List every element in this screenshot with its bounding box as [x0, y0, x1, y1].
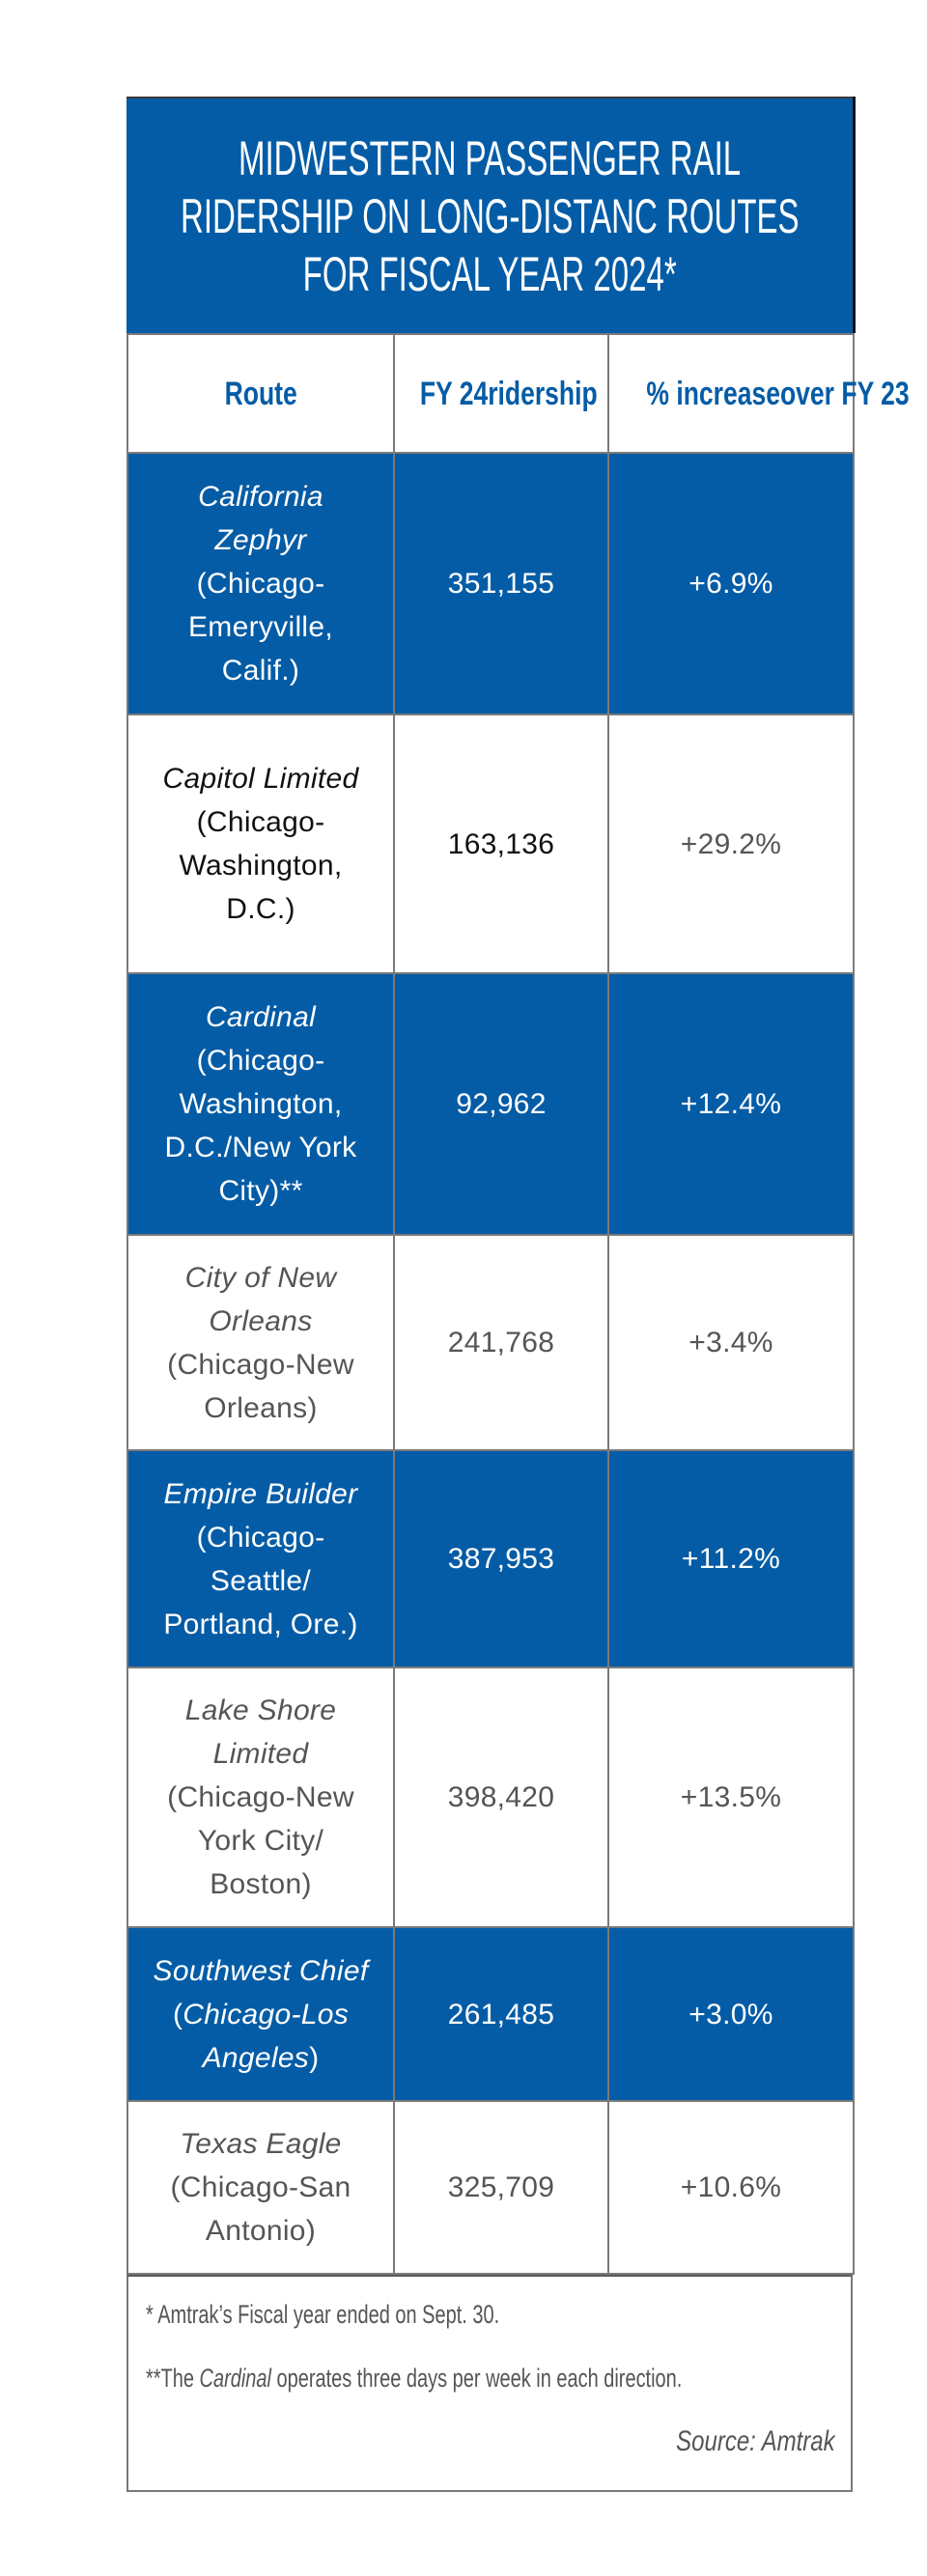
route-endpoints: D.C./New York: [164, 1132, 357, 1163]
ridership-cell: 387,953: [393, 1449, 609, 1668]
footnote-fiscal-year: * Amtrak’s Fiscal year ended on Sept. 30…: [146, 2300, 500, 2329]
ridership-infographic: MIDWESTERN PASSENGER RAIL RIDERSHIP ON L…: [126, 97, 910, 2492]
ridership-cell: 163,136: [393, 714, 609, 974]
route-name: Cardinal: [205, 1001, 317, 1033]
route-endpoints: Calif.): [221, 655, 300, 686]
route-cell: Texas Eagle (Chicago-San Antonio): [126, 2100, 395, 2275]
route-endpoints: Antonio): [205, 2215, 317, 2247]
title-line-3: FOR FISCAL YEAR 2024*: [302, 246, 677, 301]
ridership-table: Route FY 24ridership % increaseover FY 2…: [126, 333, 910, 2275]
route-name: Zephyr: [214, 524, 307, 556]
footnote-cardinal: **The Cardinal operates three days per w…: [146, 2364, 683, 2393]
header-route: Route: [126, 333, 395, 454]
increase-cell: +12.4%: [607, 972, 855, 1236]
table-row: Capitol Limited (Chicago- Washington, D.C.)…: [126, 714, 855, 974]
route-name: City of New: [184, 1261, 337, 1294]
route-name: Lake Shore: [184, 1694, 337, 1726]
route-cell: Capitol Limited (Chicago- Washington, D.C.): [126, 714, 395, 974]
ridership-cell: 241,768: [393, 1234, 609, 1451]
table-row: Cardinal (Chicago- Washington, D.C./New Yor…: [126, 972, 855, 1236]
route-endpoints: (Chicago-: [196, 1521, 325, 1554]
table-row: Texas Eagle (Chicago-San Antonio) 325,709 +1…: [126, 2100, 855, 2275]
route-endpoints: (Chicago-Los: [172, 1998, 350, 2030]
route-endpoints: D.C.): [226, 893, 295, 925]
ridership-cell: 325,709: [393, 2100, 609, 2275]
table-row: California Zephyr (Chicago- Emeryville, Cali…: [126, 452, 855, 715]
title-banner: MIDWESTERN PASSENGER RAIL RIDERSHIP ON L…: [126, 97, 853, 333]
route-name: Orleans: [209, 1304, 313, 1337]
header-increase: % increaseover FY 23: [607, 333, 910, 454]
ridership-cell: 398,420: [393, 1666, 609, 1928]
route-endpoints: (Chicago-: [196, 806, 325, 838]
route-endpoints: Angeles): [202, 2041, 320, 2074]
route-name: Limited: [212, 1738, 309, 1770]
route-endpoints: (Chicago-New: [167, 1781, 354, 1813]
route-cell: Lake Shore Limited (Chicago-New York City/B…: [126, 1666, 395, 1928]
route-endpoints: (Chicago-New: [167, 1348, 354, 1381]
route-endpoints: Seattle/: [210, 1564, 312, 1597]
route-endpoints: (Chicago-San: [170, 2171, 351, 2203]
route-name: California: [198, 481, 323, 513]
route-cell: Southwest Chief (Chicago-Los Angeles): [126, 1926, 395, 2102]
footnotes: * Amtrak’s Fiscal year ended on Sept. 30…: [126, 2275, 853, 2492]
route-name: Southwest Chief: [153, 1954, 369, 1987]
header-row: Route FY 24ridership % increaseover FY 2…: [126, 333, 910, 454]
route-name: Empire Builder: [163, 1477, 358, 1510]
table-row: Lake Shore Limited (Chicago-New York City/B…: [126, 1666, 855, 1928]
route-name: Capitol Limited: [162, 763, 359, 795]
route-cell: City of New Orleans (Chicago-New Orleans): [126, 1234, 395, 1451]
source-credit: Source: Amtrak: [676, 2425, 836, 2457]
route-endpoints: (Chicago-: [196, 1045, 325, 1077]
increase-cell: +6.9%: [607, 452, 855, 715]
increase-cell: +13.5%: [607, 1666, 855, 1928]
increase-cell: +10.6%: [607, 2100, 855, 2275]
increase-cell: +3.4%: [607, 1234, 855, 1451]
ridership-cell: 351,155: [393, 452, 609, 715]
ridership-cell: 261,485: [393, 1926, 609, 2102]
increase-cell: +29.2%: [607, 714, 855, 974]
route-endpoints: Emeryville,: [188, 611, 333, 643]
increase-cell: +11.2%: [607, 1449, 855, 1668]
route-endpoints: York City/: [197, 1825, 324, 1857]
route-cell: Empire Builder (Chicago- Seattle/Portland,…: [126, 1449, 395, 1668]
route-endpoints: City)**: [218, 1175, 303, 1207]
route-endpoints: Washington,: [179, 1088, 343, 1120]
table-row: Southwest Chief (Chicago-Los Angeles) 261,4…: [126, 1926, 855, 2102]
route-endpoints: Orleans): [204, 1391, 318, 1424]
route-cell: Cardinal (Chicago- Washington, D.C./New Yor…: [126, 972, 395, 1236]
table-row: City of New Orleans (Chicago-New Orleans) 24…: [126, 1234, 855, 1451]
title-line-1: MIDWESTERN PASSENGER RAIL: [238, 130, 742, 185]
increase-cell: +3.0%: [607, 1926, 855, 2102]
route-endpoints: Boston): [210, 1868, 312, 1900]
route-endpoints: Portland, Ore.): [163, 1608, 358, 1640]
title-line-2: RIDERSHIP ON LONG-DISTANC ROUTES: [180, 188, 800, 243]
ridership-cell: 92,962: [393, 972, 609, 1236]
route-endpoints: Washington,: [179, 850, 343, 882]
route-cell: California Zephyr (Chicago- Emeryville, Cali…: [126, 452, 395, 715]
route-name: Texas Eagle: [180, 2128, 342, 2160]
route-endpoints: (Chicago-: [196, 568, 325, 600]
header-ridership: FY 24ridership: [393, 333, 609, 454]
table-row: Empire Builder (Chicago- Seattle/Portland,…: [126, 1449, 855, 1668]
